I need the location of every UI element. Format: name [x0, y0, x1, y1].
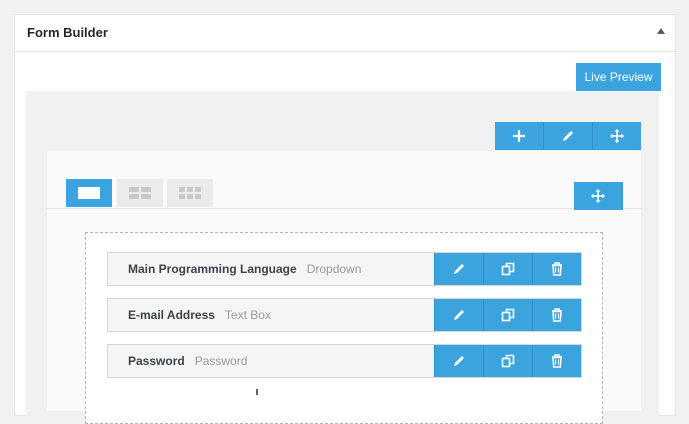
edit-row-button[interactable] — [544, 122, 593, 150]
field-label: E-mail Address — [128, 308, 215, 322]
three-column-icon — [179, 187, 201, 199]
two-column-icon — [129, 187, 151, 199]
form-field[interactable]: Password Password — [107, 344, 582, 378]
duplicate-field-button[interactable] — [483, 345, 532, 377]
move-icon — [610, 129, 624, 143]
duplicate-field-button[interactable] — [483, 299, 532, 331]
field-type: Dropdown — [306, 262, 362, 276]
tab-divider — [47, 208, 641, 209]
live-preview-button[interactable]: Live Preview — [576, 63, 661, 91]
field-info: E-mail Address Text Box — [108, 299, 434, 331]
move-column-button[interactable] — [574, 182, 623, 210]
duplicate-icon — [501, 262, 515, 276]
duplicate-icon — [501, 354, 515, 368]
builder-canvas: Main Programming Language Dropdown E-mai… — [26, 91, 659, 424]
trash-icon — [552, 262, 562, 276]
move-icon — [591, 189, 605, 203]
panel-header: Form Builder — [15, 15, 675, 52]
field-type: Text Box — [224, 308, 271, 322]
delete-field-button[interactable] — [532, 345, 581, 377]
plus-icon — [513, 130, 525, 142]
add-row-button[interactable] — [495, 122, 544, 150]
edit-field-button[interactable] — [434, 345, 483, 377]
form-builder-panel: Form Builder Live Preview Main Programmi… — [14, 14, 676, 424]
edit-field-button[interactable] — [434, 299, 483, 331]
field-label: Password — [128, 354, 185, 368]
field-actions — [434, 299, 581, 331]
tab-two-column[interactable] — [117, 179, 163, 207]
one-column-icon — [78, 187, 100, 199]
form-field[interactable]: E-mail Address Text Box — [107, 298, 582, 332]
field-label: Main Programming Language — [128, 262, 297, 276]
row-toolbar — [495, 122, 641, 150]
form-row: Main Programming Language Dropdown E-mai… — [46, 150, 642, 424]
field-actions — [434, 345, 581, 377]
trash-icon — [552, 354, 562, 368]
collapse-toggle-icon[interactable] — [657, 28, 665, 34]
tab-three-column[interactable] — [167, 179, 213, 207]
duplicate-field-button[interactable] — [483, 253, 532, 285]
panel-title: Form Builder — [27, 25, 108, 40]
text-cursor — [256, 389, 258, 395]
field-info: Main Programming Language Dropdown — [108, 253, 434, 285]
field-info: Password Password — [108, 345, 434, 377]
edit-field-button[interactable] — [434, 253, 483, 285]
pencil-icon — [454, 356, 464, 366]
field-actions — [434, 253, 581, 285]
pencil-icon — [454, 264, 464, 274]
field-type: Password — [194, 354, 248, 368]
form-field[interactable]: Main Programming Language Dropdown — [107, 252, 582, 286]
tab-one-column[interactable] — [66, 179, 112, 207]
trash-icon — [552, 308, 562, 322]
delete-field-button[interactable] — [532, 253, 581, 285]
pencil-icon — [454, 310, 464, 320]
pencil-icon — [563, 131, 573, 141]
move-row-button[interactable] — [593, 122, 641, 150]
duplicate-icon — [501, 308, 515, 322]
field-drop-zone[interactable]: Main Programming Language Dropdown E-mai… — [85, 232, 603, 424]
delete-field-button[interactable] — [532, 299, 581, 331]
